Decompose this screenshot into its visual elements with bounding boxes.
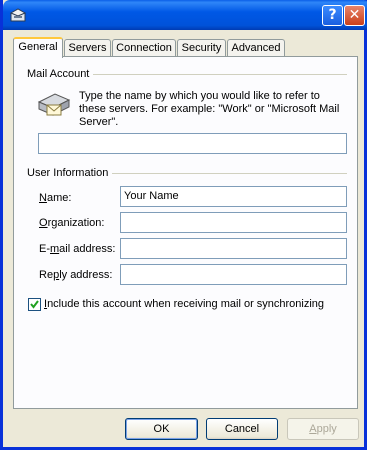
tab-connection[interactable]: Connection [112, 39, 176, 57]
name-label: Name: [39, 192, 72, 204]
account-icon [9, 6, 27, 24]
tab-general[interactable]: General [13, 37, 63, 58]
name-input[interactable]: Your Name [120, 186, 347, 207]
include-account-checkbox[interactable] [28, 298, 41, 311]
ok-button[interactable]: OK [125, 418, 198, 440]
help-button[interactable]: ? [322, 5, 343, 26]
mail-account-name-input[interactable] [38, 133, 347, 154]
close-button[interactable]: ✕ [344, 5, 365, 26]
reply-address-input[interactable] [120, 264, 347, 285]
account-properties-dialog: ? ✕ General Servers Connection Security … [0, 0, 367, 450]
mail-account-group-label: Mail Account [27, 68, 94, 80]
organization-input[interactable] [120, 212, 347, 233]
email-label: E-mail address: [39, 243, 116, 255]
checkmark-icon [30, 300, 39, 309]
include-account-label[interactable]: Include this account when receiving mail… [44, 298, 324, 310]
tab-servers[interactable]: Servers [64, 39, 111, 57]
user-info-group-label: User Information [27, 167, 113, 179]
reply-address-label: Reply address: [39, 269, 113, 281]
title-bar[interactable]: ? ✕ [3, 0, 367, 30]
organization-label: Organization: [39, 217, 105, 229]
mail-account-icon [37, 88, 71, 125]
cancel-button[interactable]: Cancel [206, 418, 278, 440]
mail-account-description: Type the name by which you would like to… [79, 90, 340, 128]
tab-advanced[interactable]: Advanced [227, 39, 285, 57]
apply-button[interactable]: Apply [287, 418, 359, 440]
tab-security[interactable]: Security [177, 39, 226, 57]
email-input[interactable] [120, 238, 347, 259]
